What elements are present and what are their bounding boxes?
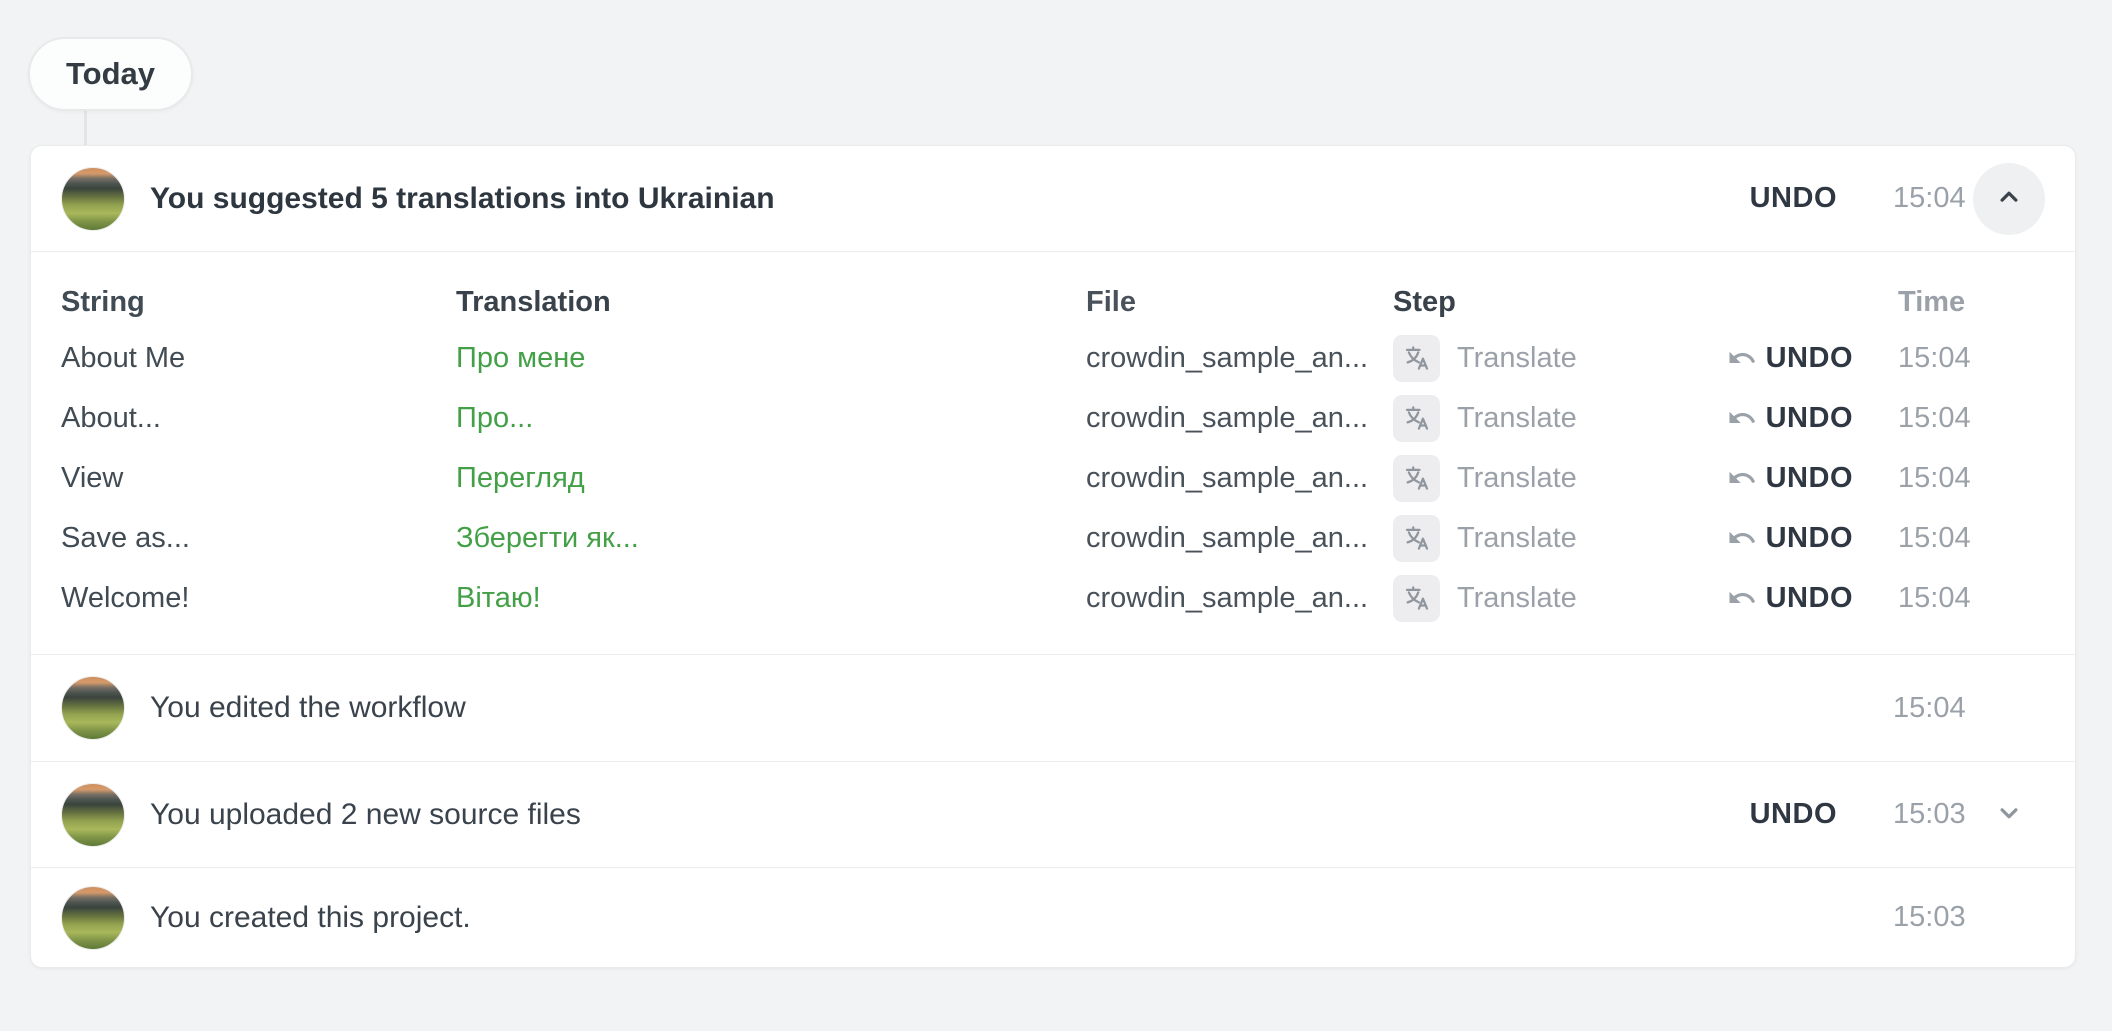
row-undo-label: UNDO	[1766, 462, 1853, 495]
translate-step-icon	[1393, 335, 1440, 382]
chevron-up-icon	[1994, 182, 2024, 215]
translation-link[interactable]: Вітаю!	[456, 582, 541, 614]
row-time: 15:04	[1898, 462, 2049, 495]
user-avatar	[61, 886, 125, 950]
undo-button[interactable]: UNDO	[1750, 798, 1837, 831]
timeline-connector	[84, 109, 87, 147]
activity-time: 15:03	[1893, 798, 1969, 831]
table-row: About Me Про мене crowdin_sample_an... T…	[61, 328, 2045, 388]
activity-edited-workflow: You edited the workflow 15:04	[31, 655, 2075, 762]
user-avatar	[61, 167, 125, 231]
file-name: crowdin_sample_an...	[1086, 402, 1393, 435]
undo-arrow-icon	[1727, 583, 1757, 613]
step-label: Translate	[1457, 522, 1577, 555]
row-undo-button[interactable]: UNDO	[1727, 582, 1853, 615]
translate-step-icon	[1393, 515, 1440, 562]
source-string: View	[61, 462, 456, 495]
row-undo-button[interactable]: UNDO	[1727, 462, 1853, 495]
activity-time: 15:04	[1893, 182, 1969, 215]
activity-text: You suggested 5 translations into Ukrain…	[150, 182, 775, 216]
step-label: Translate	[1457, 582, 1577, 615]
step-label: Translate	[1457, 402, 1577, 435]
expand-button[interactable]	[1973, 779, 2045, 851]
activity-suggested-translations: You suggested 5 translations into Ukrain…	[31, 146, 2075, 252]
user-avatar	[61, 676, 125, 740]
row-undo-label: UNDO	[1766, 342, 1853, 375]
translation-link[interactable]: Перегляд	[456, 462, 585, 494]
row-undo-button[interactable]: UNDO	[1727, 522, 1853, 555]
undo-arrow-icon	[1727, 343, 1757, 373]
header-string: String	[61, 286, 456, 319]
header-translation: Translation	[456, 286, 1086, 319]
chevron-down-icon	[1994, 798, 2024, 831]
activity-text: You edited the workflow	[150, 691, 466, 725]
date-badge: Today	[28, 37, 193, 111]
undo-arrow-icon	[1727, 403, 1757, 433]
source-string: Welcome!	[61, 582, 456, 615]
translate-step-icon	[1393, 395, 1440, 442]
collapse-button[interactable]	[1973, 163, 2045, 235]
step-label: Translate	[1457, 342, 1577, 375]
chevron-slot-empty	[1973, 882, 2045, 954]
activity-created-project: You created this project. 15:03	[31, 868, 2075, 967]
row-time: 15:04	[1898, 522, 2049, 555]
chevron-slot-empty	[1973, 672, 2045, 744]
file-name: crowdin_sample_an...	[1086, 342, 1393, 375]
row-undo-button[interactable]: UNDO	[1727, 402, 1853, 435]
table-row: Welcome! Вітаю! crowdin_sample_an... Tra…	[61, 568, 2045, 628]
date-badge-label: Today	[66, 56, 155, 92]
table-header-row: String Translation File Step Time	[61, 276, 2045, 328]
source-string: About Me	[61, 342, 456, 375]
activity-time: 15:03	[1893, 901, 1969, 934]
header-step: Step	[1393, 286, 1683, 319]
row-time: 15:04	[1898, 582, 2049, 615]
undo-arrow-icon	[1727, 523, 1757, 553]
activity-text: You created this project.	[150, 901, 471, 935]
undo-button[interactable]: UNDO	[1750, 182, 1837, 215]
translate-step-icon	[1393, 455, 1440, 502]
activity-feed-card: You suggested 5 translations into Ukrain…	[30, 145, 2076, 968]
source-string: About...	[61, 402, 456, 435]
row-undo-label: UNDO	[1766, 402, 1853, 435]
translation-link[interactable]: Про...	[456, 402, 533, 434]
source-string: Save as...	[61, 522, 456, 555]
undo-arrow-icon	[1727, 463, 1757, 493]
translation-link[interactable]: Зберегти як...	[456, 522, 639, 554]
table-row: About... Про... crowdin_sample_an... Tra…	[61, 388, 2045, 448]
step-label: Translate	[1457, 462, 1577, 495]
file-name: crowdin_sample_an...	[1086, 462, 1393, 495]
row-undo-button[interactable]: UNDO	[1727, 342, 1853, 375]
translate-step-icon	[1393, 575, 1440, 622]
translation-link[interactable]: Про мене	[456, 342, 585, 374]
row-time: 15:04	[1898, 402, 2049, 435]
file-name: crowdin_sample_an...	[1086, 582, 1393, 615]
activity-time: 15:04	[1893, 692, 1969, 725]
header-file: File	[1086, 286, 1393, 319]
table-row: Save as... Зберегти як... crowdin_sample…	[61, 508, 2045, 568]
file-name: crowdin_sample_an...	[1086, 522, 1393, 555]
activity-uploaded-files: You uploaded 2 new source files UNDO 15:…	[31, 762, 2075, 868]
row-undo-label: UNDO	[1766, 522, 1853, 555]
translations-table: String Translation File Step Time About …	[31, 252, 2075, 655]
header-time: Time	[1898, 286, 2049, 319]
row-undo-label: UNDO	[1766, 582, 1853, 615]
table-row: View Перегляд crowdin_sample_an... Trans…	[61, 448, 2045, 508]
user-avatar	[61, 783, 125, 847]
row-time: 15:04	[1898, 342, 2049, 375]
activity-text: You uploaded 2 new source files	[150, 798, 581, 832]
